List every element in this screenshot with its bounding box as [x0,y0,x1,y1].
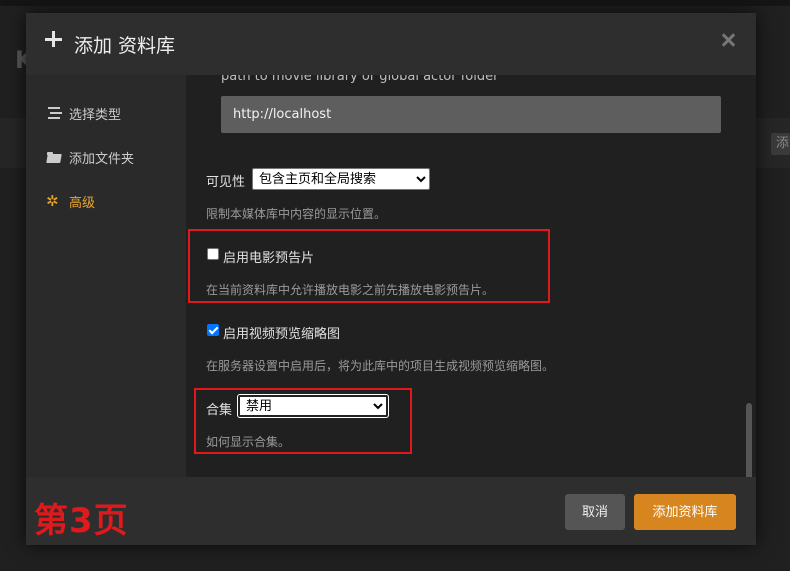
cancel-button[interactable]: 取消 [565,494,625,530]
sidebar-item-label: 高级 [69,195,96,211]
visibility-select[interactable]: 包含主页和全局搜索 [252,168,430,190]
sidebar-item-advanced[interactable]: ✲ 高级 [46,190,95,212]
page-annotation: 第3页 [34,501,129,541]
background-tag: 添 [771,133,790,155]
close-icon[interactable] [718,31,738,51]
modal-title: 添加 资料库 [74,35,176,57]
settings-content: path to movie library or global actor fo… [186,75,756,477]
enable-thumbnails-checkbox[interactable] [207,324,219,336]
modal-footer: 第3页 取消 添加资料库 [26,477,756,545]
background-topbar [0,0,790,6]
enable-thumbnails-help: 在服务器设置中启用后，将为此库中的项目生成视频预览缩略图。 [206,359,555,373]
annotation-box-collections [194,388,412,454]
modal-sidebar: 选择类型 添加文件夹 ✲ 高级 [26,75,186,477]
visibility-label: 可见性 [206,175,246,190]
folder-icon [46,149,62,165]
plus-icon [44,29,64,49]
scrollbar-thumb[interactable] [746,403,752,487]
gear-icon: ✲ [46,192,59,210]
path-description: path to movie library or global actor fo… [221,75,499,84]
add-library-button[interactable]: 添加资料库 [634,494,736,530]
sidebar-item-add-folder[interactable]: 添加文件夹 [46,146,134,168]
server-url-input[interactable]: http://localhost [221,96,721,133]
enable-thumbnails-label: 启用视频预览缩略图 [223,327,341,342]
visibility-help: 限制本媒体库中内容的显示位置。 [206,207,387,221]
sidebar-item-label: 选择类型 [69,107,122,123]
sidebar-item-select-type[interactable]: 选择类型 [46,102,121,124]
content-scrollbar[interactable] [742,75,756,487]
list-icon [46,105,62,121]
annotation-box-trailers [188,229,550,303]
modal-header: 添加 资料库 [26,13,756,75]
sidebar-item-label: 添加文件夹 [69,151,135,167]
add-library-modal: 添加 资料库 选择类型 添加文件夹 ✲ 高级 path to movie lib… [26,13,756,545]
